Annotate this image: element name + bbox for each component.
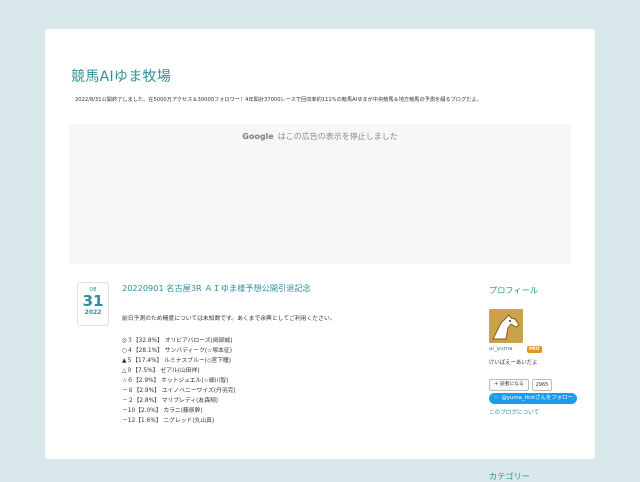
ad-placeholder: Google はこの広告の表示を停止しました — [69, 124, 571, 264]
prediction-entry: －12【1.6%】 ニグレッド(丸山真) — [122, 418, 215, 424]
prediction-entry: ☆６【2.9%】 ホットジュエル(☆細川智) — [122, 378, 229, 384]
category-heading: カテゴリー — [489, 471, 530, 481]
prediction-entry: ▲５【17.4%】 ルミナスブルー(◇宮下瞳) — [122, 358, 232, 364]
post-title[interactable]: 20220901 名古屋3R ＡＩゆま様予想公開引退記念 — [122, 282, 311, 294]
ad-notice: Google はこの広告の表示を停止しました — [69, 131, 571, 142]
blog-page: 競馬AIゆま牧場 2022/8/31公開終了しました。在5000万アクセス＆30… — [45, 29, 595, 481]
google-logo: Google — [242, 132, 274, 141]
twitter-follow-button[interactable]: 🐦 @yuma_firstさんをフォロー — [489, 393, 577, 404]
about-blog-link[interactable]: このブログについて — [489, 408, 539, 416]
pro-badge: PRO — [527, 346, 542, 353]
horse-icon — [489, 309, 523, 343]
prediction-entry: △９【7.5%】 ゼアル(山田祥) — [122, 368, 200, 374]
subscriber-count: 2965 — [532, 379, 552, 391]
profile-heading: プロフィール — [489, 285, 538, 295]
twitter-follow-label: @yuma_firstさんをフォロー — [501, 395, 573, 401]
post-intro: 前日予測のため精度については未知数です。あくまで余興としてご利用ください。 — [122, 316, 336, 322]
profile-username[interactable]: ai_yuma — [489, 346, 513, 352]
prediction-entry: －10【2.0%】 カラニ(藤原幹) — [122, 408, 203, 414]
post-date-day: 31 — [82, 292, 104, 310]
prediction-entry: －２【2.8%】 マリブレディ(友森翔) — [122, 398, 219, 404]
subscribe-label: 読者になる — [499, 382, 524, 387]
twitter-bird-icon: 🐦 — [493, 395, 500, 401]
post-date-year: 2022 — [84, 309, 102, 316]
prediction-entry: －８【2.9%】 ユイノベニーワイズ(丹羽克) — [122, 388, 236, 394]
prediction-entry: ○４【28.1%】 サンバディーク(☆塚本征) — [122, 348, 232, 354]
prediction-entry: ◎３【32.8%】 オリビアバローズ(岡部誠) — [122, 338, 233, 344]
subscribe-button[interactable]: + 読者になる — [489, 379, 529, 391]
plus-icon: + — [494, 382, 499, 387]
post-date-badge: 08 31 2022 — [77, 282, 109, 326]
profile-reading: けいばえーあいだよ — [489, 360, 538, 366]
site-title[interactable]: 競馬AIゆま牧場 — [71, 66, 171, 86]
prediction-list: ◎３【32.8%】 オリビアバローズ(岡部誠) ○４【28.1%】 サンバディー… — [122, 336, 236, 426]
profile-avatar[interactable] — [489, 309, 523, 343]
site-description: 2022/8/31公開終了しました。在5000万アクセス＆30000フォロワー！… — [75, 97, 482, 103]
ad-message: はこの広告の表示を停止しました — [277, 132, 398, 141]
